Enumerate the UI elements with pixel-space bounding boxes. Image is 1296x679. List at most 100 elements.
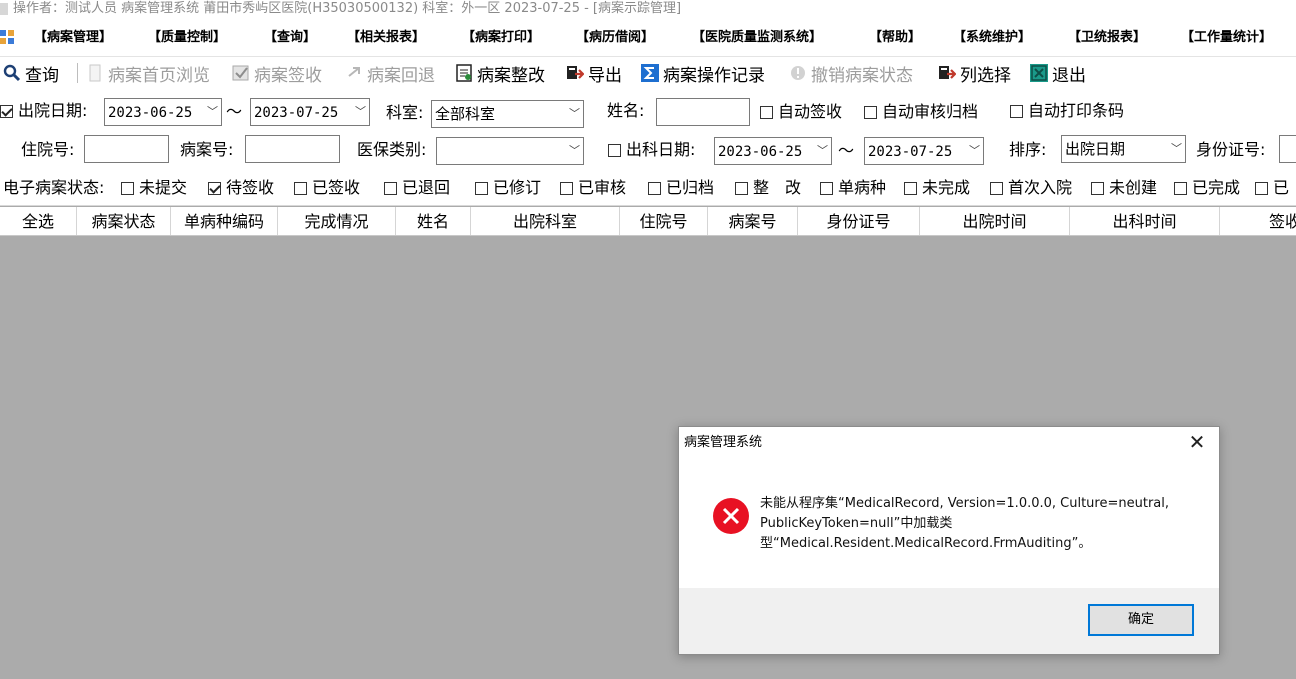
dept-label: 科室: bbox=[386, 103, 424, 122]
status-returned-checkbox[interactable]: 已退回 bbox=[384, 178, 450, 198]
query-button[interactable]: 查询 bbox=[3, 61, 59, 86]
menu-bar: 【病案管理】 【质量控制】 【查询】 【相关报表】 【病案打印】 【病历借阅】 … bbox=[0, 21, 1296, 57]
inpatient-no-label: 住院号: bbox=[21, 140, 75, 159]
search-icon bbox=[3, 64, 21, 82]
auto-print-barcode-checkbox[interactable]: 自动打印条码 bbox=[1010, 101, 1124, 121]
record-no-label: 病案号: bbox=[180, 140, 234, 159]
emr-status-label: 电子病案状态: bbox=[3, 178, 105, 197]
status-audited-checkbox[interactable]: 已审核 bbox=[560, 178, 626, 198]
dept-out-date-from[interactable]: 2023-06-25 ﹀ bbox=[714, 137, 832, 165]
menu-system-maintenance[interactable]: 【系统维护】 bbox=[953, 30, 1031, 46]
status-not-submitted-checkbox[interactable]: 未提交 bbox=[121, 178, 187, 198]
column-single-disease-code[interactable]: 单病种编码 bbox=[171, 207, 278, 235]
chevron-down-icon: ﹀ bbox=[1171, 142, 1182, 155]
column-inpatient-no[interactable]: 住院号 bbox=[620, 207, 708, 235]
dept-out-date-to[interactable]: 2023-07-25 ﹀ bbox=[864, 137, 984, 165]
chevron-down-icon: ﹀ bbox=[969, 144, 980, 157]
menu-help[interactable]: 【帮助】 bbox=[869, 30, 921, 46]
id-card-label: 身份证号: bbox=[1196, 140, 1266, 159]
revoke-circle-icon bbox=[789, 64, 807, 82]
homepage-browse-button[interactable]: 病案首页浏览 bbox=[86, 61, 210, 86]
chevron-down-icon: ﹀ bbox=[817, 144, 828, 157]
ok-button[interactable]: 确定 bbox=[1088, 604, 1194, 636]
column-id-card[interactable]: 身份证号 bbox=[798, 207, 920, 235]
column-discharge-time[interactable]: 出院时间 bbox=[920, 207, 1070, 235]
record-no-input[interactable] bbox=[245, 135, 340, 163]
column-name[interactable]: 姓名 bbox=[396, 207, 471, 235]
sort-label: 排序: bbox=[1009, 140, 1047, 159]
menu-health-stats-reports[interactable]: 【卫统报表】 bbox=[1068, 30, 1146, 46]
filter-panel: 出院日期: 2023-06-25 ﹀ ～ 2023-07-25 ﹀ 科室: 全部科室… bbox=[0, 89, 1296, 206]
menu-record-print[interactable]: 【病案打印】 bbox=[462, 30, 540, 46]
name-label: 姓名: bbox=[607, 101, 645, 120]
auto-signoff-checkbox[interactable]: 自动签收 bbox=[760, 102, 842, 122]
exit-button[interactable]: 退出 bbox=[1030, 61, 1086, 86]
column-select-button[interactable]: 列选择 bbox=[938, 61, 1011, 86]
close-icon[interactable]: ✕ bbox=[1175, 427, 1219, 457]
dialog-title: 病案管理系统 bbox=[684, 435, 763, 450]
date-range-separator: ～ bbox=[226, 102, 243, 121]
chevron-down-icon: ﹀ bbox=[569, 144, 580, 157]
status-archived-checkbox[interactable]: 已归档 bbox=[648, 178, 714, 198]
record-signoff-button[interactable]: 病案签收 bbox=[232, 61, 322, 86]
column-record-status[interactable]: 病案状态 bbox=[77, 207, 171, 235]
id-card-input[interactable] bbox=[1279, 135, 1296, 163]
column-discharge-dept[interactable]: 出院科室 bbox=[471, 207, 620, 235]
column-signoff[interactable]: 签收 bbox=[1220, 207, 1296, 235]
dept-select[interactable]: 全部科室 ﹀ bbox=[431, 100, 584, 128]
status-truncated-checkbox[interactable]: 已 bbox=[1255, 178, 1289, 198]
operation-log-button[interactable]: 病案操作记录 bbox=[641, 61, 765, 86]
grid-header: 全选 病案状态 单病种编码 完成情况 姓名 出院科室 住院号 病案号 身份证号 … bbox=[0, 207, 1296, 236]
status-incomplete-checkbox[interactable]: 未完成 bbox=[904, 178, 970, 198]
status-single-disease-checkbox[interactable]: 单病种 bbox=[820, 178, 886, 198]
column-select-all[interactable]: 全选 bbox=[0, 207, 77, 235]
error-icon bbox=[712, 497, 750, 535]
status-pending-signoff-checkbox[interactable]: 待签收 bbox=[208, 178, 274, 198]
auto-audit-archive-checkbox[interactable]: 自动审核归档 bbox=[864, 102, 978, 122]
status-not-created-checkbox[interactable]: 未创建 bbox=[1091, 178, 1157, 198]
menu-quality-control[interactable]: 【质量控制】 bbox=[148, 30, 226, 46]
menu-quality-monitoring[interactable]: 【医院质量监测系统】 bbox=[692, 30, 822, 46]
status-rectify-checkbox[interactable]: 整 改 bbox=[735, 178, 801, 198]
chevron-down-icon: ﹀ bbox=[355, 105, 366, 118]
dialog-message: 未能从程序集“MedicalRecord, Version=1.0.0.0, C… bbox=[760, 496, 1170, 551]
sigma-icon bbox=[641, 64, 659, 82]
menu-record-management[interactable]: 【病案管理】 bbox=[34, 30, 112, 46]
dept-out-date-checkbox[interactable]: 出科日期: bbox=[608, 140, 695, 160]
error-dialog: 病案管理系统 ✕ 未能从程序集“MedicalRecord, Version=1… bbox=[678, 426, 1220, 655]
return-arrow-icon bbox=[345, 64, 363, 82]
window-title: 操作者：测试人员 病案管理系统 莆田市秀屿区医院(H35030500132) 科… bbox=[13, 1, 682, 16]
menu-grid-icon bbox=[0, 30, 14, 44]
discharge-date-checkbox-box[interactable] bbox=[0, 104, 13, 118]
revoke-status-button[interactable]: 撤销病案状态 bbox=[789, 61, 913, 86]
status-revised-checkbox[interactable]: 已修订 bbox=[475, 178, 541, 198]
rectify-document-icon bbox=[455, 64, 473, 82]
record-rectify-button[interactable]: 病案整改 bbox=[455, 61, 545, 86]
sort-select[interactable]: 出院日期 ﹀ bbox=[1061, 135, 1186, 163]
status-completed-checkbox[interactable]: 已完成 bbox=[1174, 178, 1240, 198]
menu-workload-stats[interactable]: 【工作量统计】 bbox=[1181, 30, 1272, 46]
menu-related-reports[interactable]: 【相关报表】 bbox=[347, 30, 425, 46]
date-range-separator-2: ～ bbox=[838, 141, 855, 160]
insurance-select[interactable]: ﹀ bbox=[436, 137, 584, 165]
chevron-down-icon: ﹀ bbox=[207, 105, 218, 118]
column-select-icon bbox=[938, 64, 956, 82]
name-input[interactable] bbox=[656, 98, 750, 126]
export-icon bbox=[566, 64, 584, 82]
status-first-admission-checkbox[interactable]: 首次入院 bbox=[990, 178, 1072, 198]
column-dept-out-time[interactable]: 出科时间 bbox=[1070, 207, 1220, 235]
checkmark-box-icon bbox=[232, 64, 250, 82]
record-return-button[interactable]: 病案回退 bbox=[345, 61, 435, 86]
status-signed-checkbox[interactable]: 已签收 bbox=[294, 178, 360, 198]
dialog-footer: 确定 bbox=[679, 588, 1219, 654]
column-completion[interactable]: 完成情况 bbox=[278, 207, 396, 235]
discharge-date-from[interactable]: 2023-06-25 ﹀ bbox=[104, 98, 222, 126]
menu-query[interactable]: 【查询】 bbox=[264, 30, 316, 46]
discharge-date-checkbox[interactable]: 出院日期: bbox=[0, 101, 87, 121]
insurance-label: 医保类别: bbox=[357, 140, 427, 159]
menu-record-borrow[interactable]: 【病历借阅】 bbox=[576, 30, 654, 46]
discharge-date-to[interactable]: 2023-07-25 ﹀ bbox=[250, 98, 370, 126]
export-button[interactable]: 导出 bbox=[566, 61, 622, 86]
column-record-no[interactable]: 病案号 bbox=[708, 207, 798, 235]
inpatient-no-input[interactable] bbox=[84, 135, 169, 163]
